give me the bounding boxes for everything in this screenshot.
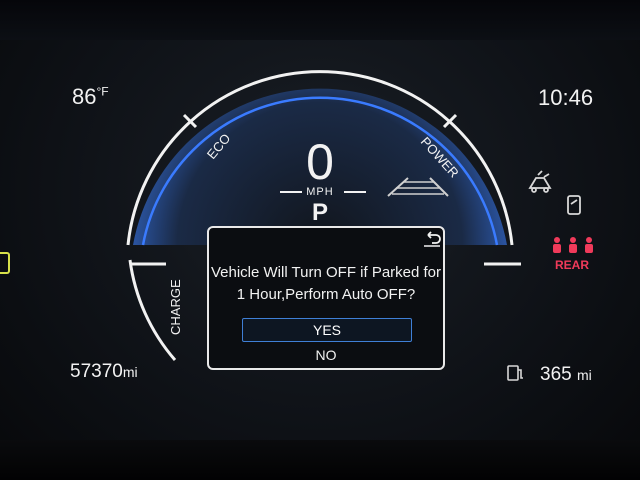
clock: 10:46: [538, 85, 594, 110]
left-edge-indicator: [0, 252, 10, 274]
fuel-pump-icon: [507, 365, 523, 381]
charge-label: CHARGE: [168, 279, 183, 335]
temperature-value: 86: [72, 84, 97, 109]
rear-seatbelt-label: REAR: [555, 258, 590, 272]
instrument-cluster: ECO POWER CHARGE 86°F 10:46 0 MPH P REAR…: [0, 0, 640, 480]
temperature-unit: °F: [96, 84, 109, 99]
auto-off-dialog: Vehicle Will Turn OFF if Parked for 1 Ho…: [207, 226, 445, 370]
dialog-line-2: 1 Hour,Perform Auto OFF?: [236, 286, 416, 303]
speed-unit: MPH: [306, 186, 334, 198]
outside-temperature: 86°F: [72, 84, 109, 110]
no-button[interactable]: NO: [242, 344, 410, 366]
yes-button[interactable]: YES: [242, 318, 412, 342]
range-readout: 365 mi: [540, 364, 592, 386]
range-unit: mi: [576, 367, 592, 383]
dialog-message: Vehicle Will Turn OFF if Parked for 1 Ho…: [209, 262, 443, 306]
gear-indicator: P: [311, 199, 328, 226]
range-value: 365: [540, 364, 572, 385]
odometer-value: 57370: [70, 361, 123, 382]
speed-value: 0: [306, 134, 334, 190]
dialog-line-1: Vehicle Will Turn OFF if Parked for: [210, 264, 442, 281]
odometer-unit: mi: [122, 364, 138, 380]
odometer: 57370mi: [70, 361, 138, 383]
back-icon[interactable]: [422, 231, 442, 247]
rear-seatbelt-icon: [553, 237, 593, 253]
